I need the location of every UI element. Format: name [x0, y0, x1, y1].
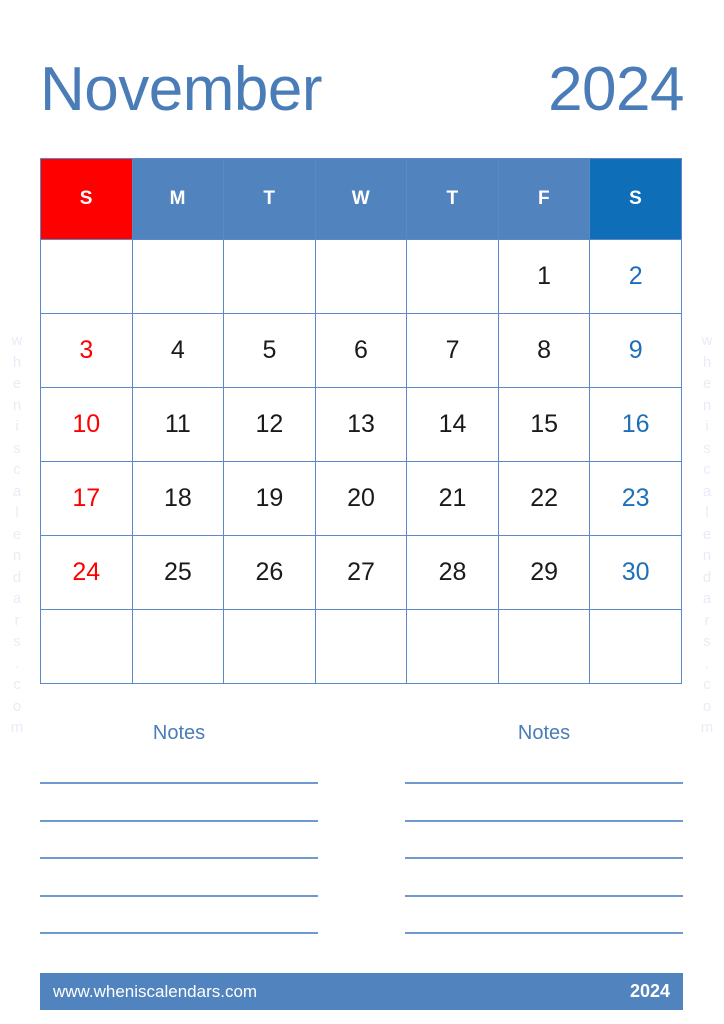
calendar-day-8[interactable]: 8 [497, 313, 591, 388]
notes-title: Notes [517, 722, 571, 744]
notes-write-line[interactable] [405, 894, 683, 897]
calendar-day-empty [131, 609, 225, 684]
calendar-day-11[interactable]: 11 [131, 387, 225, 462]
calendar-day-6[interactable]: 6 [314, 313, 408, 388]
notes-write-line[interactable] [40, 857, 318, 859]
calendar-day-12[interactable]: 12 [223, 387, 316, 462]
weekday-header-sunday: S [40, 158, 133, 240]
calendar-day-29[interactable]: 29 [497, 535, 591, 610]
calendar-day-20[interactable]: 20 [314, 461, 408, 536]
title-year: 2024 [548, 55, 684, 124]
calendar-day-30[interactable]: 30 [589, 535, 682, 610]
calendar-week-row: 12 [40, 239, 682, 314]
watermark-right: w h e n i s c a l e n d a r s . c o m [700, 332, 714, 736]
calendar-day-5[interactable]: 5 [223, 313, 316, 388]
calendar-day-22[interactable]: 22 [497, 461, 591, 536]
notes-write-line[interactable] [40, 782, 318, 784]
calendar-day-28[interactable]: 28 [406, 535, 499, 610]
weekday-header-tuesday: T [223, 158, 316, 240]
notes-area: Notes Notes [40, 690, 683, 955]
weekday-header-friday: F [497, 158, 591, 240]
calendar-grid: SMTWTFS 1 2 3 4 5 6 7 8 9 10 11 12 13 14 15 16 17 18 19 20 2… [40, 158, 682, 684]
weekday-header-thursday: T [406, 158, 499, 240]
calendar-day-21[interactable]: 21 [406, 461, 499, 536]
calendar-day-empty [314, 609, 408, 684]
weekday-header-wednesday: W [314, 158, 408, 240]
calendar-day-9[interactable]: 9 [589, 313, 682, 388]
footer-bar: www.wheniscalendars.com 2024 [40, 973, 683, 1010]
calendar-day-27[interactable]: 27 [314, 535, 408, 610]
notes-write-line[interactable] [405, 819, 683, 822]
calendar-day-24[interactable]: 24 [40, 535, 133, 610]
calendar-day-empty [131, 239, 225, 314]
notes-lines [405, 782, 683, 970]
calendar-week-row: 17 18 19 20 21 22 23 [40, 461, 682, 536]
calendar-day-7[interactable]: 7 [406, 313, 499, 388]
weekday-header-monday: M [131, 158, 225, 240]
calendar-day-18[interactable]: 18 [131, 461, 225, 536]
calendar-day-empty [223, 609, 316, 684]
notes-write-line[interactable] [405, 932, 683, 934]
calendar-day-3[interactable]: 3 [40, 313, 133, 388]
calendar-day-15[interactable]: 15 [497, 387, 591, 462]
notes-write-line[interactable] [405, 857, 683, 859]
calendar-day-1[interactable]: 1 [497, 239, 591, 314]
calendar-page: w h e n i s c a l e n d a r s . c o m w … [0, 0, 724, 1024]
calendar-day-14[interactable]: 14 [406, 387, 499, 462]
calendar-day-empty [223, 239, 316, 314]
calendar-day-empty [40, 239, 133, 314]
watermark-left: w h e n i s c a l e n d a r s . c o m [10, 332, 24, 736]
calendar-day-empty [406, 239, 499, 314]
calendar-day-23[interactable]: 23 [589, 461, 682, 536]
calendar-week-row: 3456789 [40, 313, 682, 388]
footer-year: 2024 [629, 981, 670, 1001]
title-month: November [40, 55, 323, 124]
calendar-week-row: 24 25 26 27 28 29 30 [40, 535, 682, 610]
page-title: November 2024 [40, 52, 684, 128]
calendar-day-13[interactable]: 13 [314, 387, 408, 462]
notes-write-line[interactable] [40, 894, 318, 897]
notes-title: Notes [152, 722, 206, 744]
calendar-day-empty [314, 239, 408, 314]
calendar-day-empty [589, 609, 682, 684]
calendar-week-row [40, 609, 682, 684]
calendar-day-25[interactable]: 25 [131, 535, 225, 610]
calendar-day-16[interactable]: 16 [589, 387, 682, 462]
notes-lines [40, 782, 318, 970]
notes-write-line[interactable] [40, 932, 318, 934]
calendar-day-empty [406, 609, 499, 684]
calendar-day-empty [40, 609, 133, 684]
calendar-day-26[interactable]: 26 [223, 535, 316, 610]
notes-column: Notes [405, 690, 683, 955]
calendar-day-17[interactable]: 17 [40, 461, 133, 536]
calendar-header-row: SMTWTFS [40, 158, 682, 240]
calendar-day-empty [497, 609, 591, 684]
notes-column: Notes [40, 690, 318, 955]
calendar-day-19[interactable]: 19 [223, 461, 316, 536]
calendar-week-row: 10 11 12 13 14 15 16 [40, 387, 682, 462]
weekday-header-saturday: S [589, 158, 682, 240]
notes-write-line[interactable] [405, 782, 683, 784]
calendar-day-10[interactable]: 10 [40, 387, 133, 462]
calendar-day-4[interactable]: 4 [131, 313, 225, 388]
footer-website[interactable]: www.wheniscalendars.com [53, 982, 257, 1002]
notes-write-line[interactable] [40, 819, 318, 822]
calendar-day-2[interactable]: 2 [589, 239, 682, 314]
